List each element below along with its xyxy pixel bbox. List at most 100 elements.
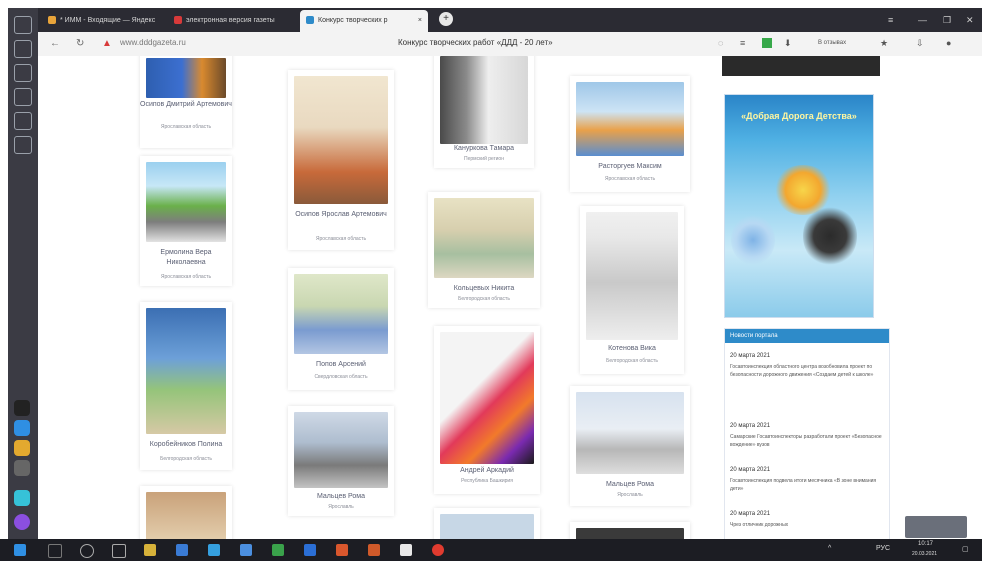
author-region: Ярославль: [617, 492, 643, 498]
file-explorer-icon[interactable]: [144, 544, 156, 556]
news-text[interactable]: Госавтоинспекция областного центра возоб…: [730, 363, 882, 379]
gallery-card[interactable]: Мальцев Рома Ярославль: [570, 386, 690, 506]
close-window-icon[interactable]: ✕: [966, 8, 974, 32]
artwork-image[interactable]: [146, 308, 226, 434]
profile-icon[interactable]: ●: [946, 38, 951, 48]
artwork-image[interactable]: [146, 58, 226, 98]
download-manager-icon[interactable]: ⇩: [916, 38, 924, 49]
gallery-card[interactable]: Осипов Дмитрий Артемович Ярославская обл…: [140, 56, 232, 148]
gallery-card[interactable]: Расторгуев Максим Ярославская область: [570, 76, 690, 192]
tray-chevron-icon[interactable]: ^: [828, 545, 831, 552]
artwork-image[interactable]: [576, 392, 684, 474]
translate-icon[interactable]: ≡: [740, 38, 745, 48]
store-icon[interactable]: [176, 544, 188, 556]
history-icon[interactable]: [14, 40, 32, 58]
word-icon[interactable]: [304, 544, 316, 556]
tab-newspaper[interactable]: электронная версия газеты: [168, 10, 296, 32]
poster-title: «Добрая Дорога Детства»: [741, 111, 857, 121]
news-date: 20 марта 2021: [730, 467, 771, 473]
promo-poster[interactable]: «Добрая Дорога Детства»: [724, 94, 874, 318]
search-icon[interactable]: [48, 544, 62, 558]
gallery-card[interactable]: [434, 508, 540, 539]
gallery-card[interactable]: [570, 522, 690, 539]
author-name: Попов Арсений: [316, 361, 366, 368]
tab-mail[interactable]: * ИММ - Входящие — Яндекс: [42, 10, 162, 32]
panel-icon[interactable]: [14, 136, 32, 154]
gallery-card[interactable]: Котенова Вика Белгородская область: [580, 206, 684, 374]
chat-widget-button[interactable]: [905, 516, 967, 538]
mail-icon[interactable]: [240, 544, 252, 556]
tab-contest[interactable]: Конкурс творческих р ×: [300, 10, 428, 32]
download-icon[interactable]: ⬇: [784, 38, 792, 49]
bookmark-star-icon[interactable]: ★: [880, 38, 888, 49]
edge-icon[interactable]: [208, 544, 220, 556]
task-view-icon[interactable]: [112, 544, 126, 558]
reload-icon[interactable]: ↻: [76, 38, 84, 49]
top-banner[interactable]: [722, 56, 880, 76]
gallery-card[interactable]: Осипов Ярослав Артемович Ярославская обл…: [288, 70, 394, 250]
home-icon[interactable]: [14, 16, 32, 34]
author-region: Ярославская область: [315, 236, 367, 242]
artwork-image[interactable]: [576, 528, 684, 539]
gallery-card[interactable]: Попов Арсений Свердловская область: [288, 268, 394, 390]
news-text[interactable]: Госавтоинспекция подвела итоги месячника…: [730, 477, 882, 493]
reviews-label[interactable]: В отзывах: [818, 40, 846, 46]
artwork-image[interactable]: [294, 76, 388, 204]
reader-icon[interactable]: ◌: [718, 38, 723, 48]
app-icon[interactable]: [368, 544, 380, 556]
timer-app-icon[interactable]: [14, 400, 30, 416]
gallery-card[interactable]: Коробейников Полина Белгородская область: [140, 302, 232, 470]
news-date: 20 марта 2021: [730, 353, 771, 359]
new-tab-button[interactable]: +: [439, 12, 453, 26]
artwork-image[interactable]: [440, 332, 534, 464]
author-name: Мальцев Рома: [317, 493, 365, 500]
artwork-image[interactable]: [146, 492, 226, 539]
cortana-icon[interactable]: [80, 544, 94, 558]
author-name: Осипов Ярослав Артемович: [295, 211, 387, 218]
clock-date[interactable]: 20.03.2021: [912, 551, 937, 557]
author-region: Ярославль: [328, 504, 354, 510]
downloads-icon[interactable]: [14, 88, 32, 106]
gallery-card[interactable]: Кольцевых Никита Белгородская область: [428, 192, 540, 308]
artwork-image[interactable]: [146, 162, 226, 242]
url-field[interactable]: www.dddgazeta.ru: [120, 38, 186, 47]
assistant-app-icon[interactable]: [14, 514, 30, 530]
tray-lang[interactable]: РУС: [876, 545, 890, 552]
gallery-card[interactable]: [140, 486, 232, 539]
start-icon[interactable]: [14, 544, 26, 556]
gallery-card[interactable]: Мальцев Рома Ярославль: [288, 406, 394, 516]
artwork-image[interactable]: [586, 212, 678, 340]
minimize-icon[interactable]: —: [918, 8, 927, 32]
back-icon[interactable]: ←: [50, 38, 60, 49]
excel-icon[interactable]: [272, 544, 284, 556]
powerpoint-icon[interactable]: [336, 544, 348, 556]
artwork-image[interactable]: [294, 412, 388, 488]
notifications-icon[interactable]: ▢: [962, 545, 969, 553]
mail-app-icon[interactable]: [14, 440, 30, 456]
page-content: Осипов Дмитрий Артемович Ярославская обл…: [38, 56, 982, 539]
yandex-browser-icon[interactable]: [432, 544, 444, 556]
news-text[interactable]: Самарские Госавтоинспекторы разработали …: [730, 433, 882, 449]
gallery-card[interactable]: Андрей Аркадий Республика Башкирия: [434, 326, 540, 494]
artwork-image[interactable]: [440, 514, 534, 539]
extension-icon[interactable]: [762, 38, 772, 48]
author-name: Ермолина Вера Николаевна: [160, 249, 212, 266]
collections-icon[interactable]: [14, 112, 32, 130]
alice-app-icon[interactable]: [14, 490, 30, 506]
menu-icon[interactable]: ≡: [888, 8, 893, 32]
add-app-icon[interactable]: [14, 460, 30, 476]
artwork-image[interactable]: [294, 274, 388, 354]
notepad-icon[interactable]: [400, 544, 412, 556]
artwork-image[interactable]: [440, 56, 528, 144]
bookmark-icon[interactable]: [14, 64, 32, 82]
messenger-app-icon[interactable]: [14, 420, 30, 436]
gallery-card[interactable]: Кануркова Тамара Пермский регион: [434, 56, 534, 168]
maximize-icon[interactable]: ❐: [943, 8, 951, 32]
artwork-image[interactable]: [576, 82, 684, 156]
gallery-card[interactable]: Ермолина Вера Николаевна Ярославская обл…: [140, 156, 232, 286]
clock-time[interactable]: 10:17: [918, 541, 933, 547]
close-tab-icon[interactable]: ×: [418, 10, 422, 32]
address-bar: ← ↻ ▲ www.dddgazeta.ru Конкурс творчески…: [38, 32, 982, 57]
news-text[interactable]: Чрез отличник дорожных: [730, 521, 882, 529]
artwork-image[interactable]: [434, 198, 534, 278]
